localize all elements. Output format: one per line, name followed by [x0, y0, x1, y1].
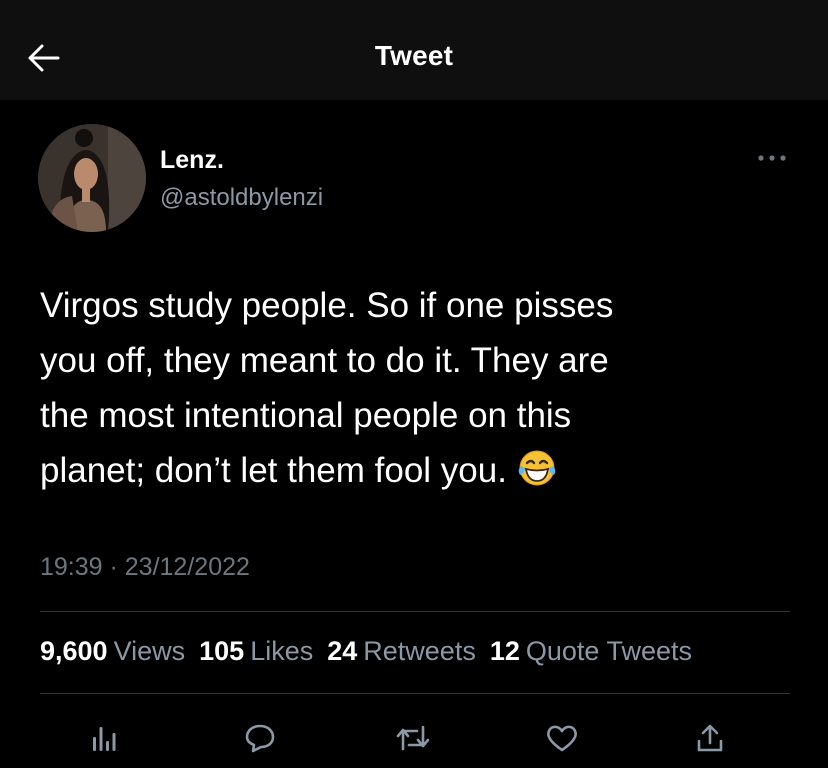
tweet-line: Virgos study people. So if one pisses [40, 286, 614, 325]
divider [40, 611, 790, 612]
analytics-icon [93, 727, 116, 751]
face-with-tears-of-joy-icon [517, 448, 557, 504]
quote-tweets-label: Quote Tweets [525, 636, 692, 666]
engagement-stats: 9,600 Views 105 Likes 24 Retweets 12 Quote Twee… [40, 636, 692, 667]
tweet-timestamp[interactable]: 19:39 · 23/12/2022 [40, 553, 250, 582]
analytics-button[interactable] [82, 716, 126, 760]
tweet-text: Virgos study people. So if one pisses yo… [40, 278, 800, 504]
retweets-count: 24 [327, 636, 358, 666]
views-count: 9,600 [40, 636, 108, 666]
author-handle[interactable]: @astoldbylenzi [160, 184, 323, 212]
top-bar: Tweet [0, 0, 828, 100]
retweet-icon [396, 725, 430, 751]
heart-icon [547, 725, 577, 752]
retweets-label: Retweets [363, 636, 476, 666]
avatar[interactable] [38, 124, 146, 232]
divider [40, 693, 790, 694]
likes-label: Likes [250, 636, 314, 666]
stat-retweets[interactable]: 24 Retweets [327, 636, 476, 666]
retweet-button[interactable] [391, 716, 435, 760]
quote-tweets-count: 12 [489, 636, 520, 666]
like-button[interactable] [540, 716, 584, 760]
share-button[interactable] [688, 716, 732, 760]
avatar-image [38, 124, 146, 232]
share-icon [697, 724, 723, 752]
tweet-line: planet; don’t let them fool you. [40, 451, 507, 490]
reply-icon [245, 724, 275, 753]
author-display-name[interactable]: Lenz. [160, 146, 224, 175]
tweet-line: you off, they meant to do it. They are [40, 341, 609, 380]
more-options-button[interactable] [748, 144, 796, 172]
stat-likes[interactable]: 105 Likes [199, 636, 313, 666]
stat-quote-tweets[interactable]: 12 Quote Tweets [490, 636, 692, 666]
reply-button[interactable] [238, 716, 282, 760]
more-dots-icon [758, 155, 786, 161]
likes-count: 105 [199, 636, 245, 666]
views-label: Views [113, 636, 186, 666]
tweet-line: the most intentional people on this [40, 396, 572, 435]
page-title: Tweet [374, 40, 454, 71]
stat-views[interactable]: 9,600 Views [40, 636, 185, 666]
